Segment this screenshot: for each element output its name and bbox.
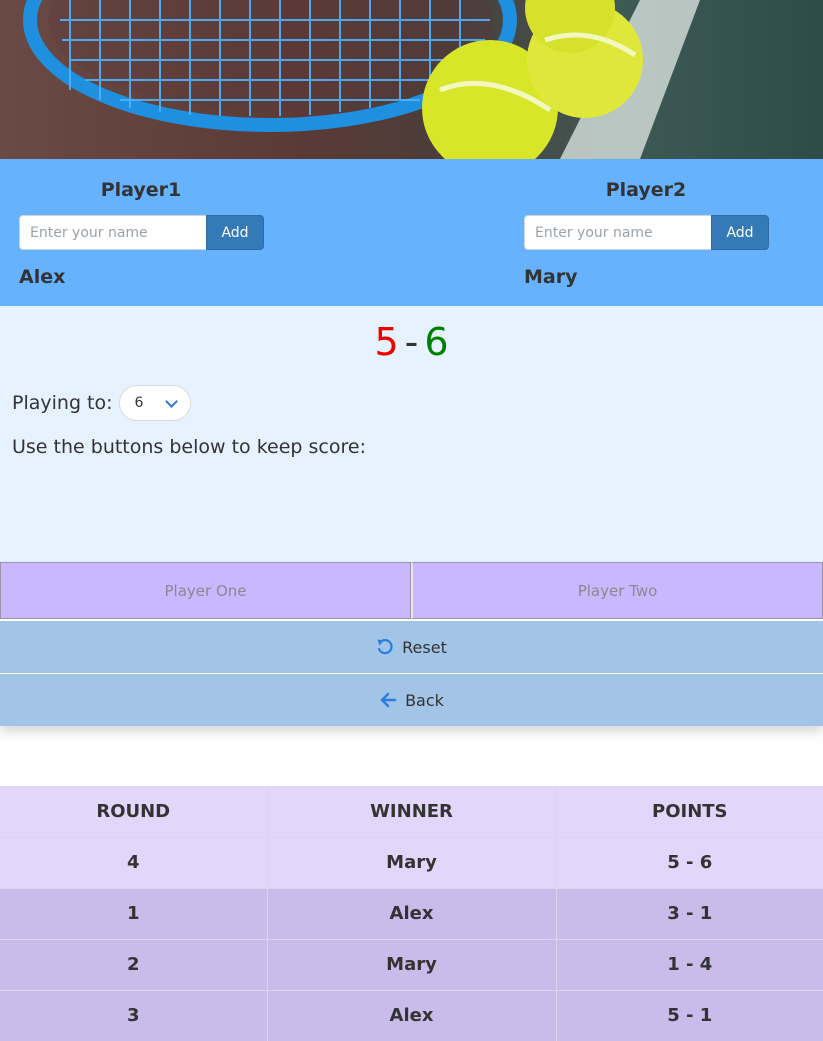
playing-to-row: Playing to: 6	[12, 385, 191, 421]
playing-to-select[interactable]: 6	[118, 385, 191, 421]
header-round: ROUND	[96, 800, 171, 822]
player2-title: Player2	[605, 179, 687, 201]
player-buttons-row: Player One Player Two	[0, 562, 823, 619]
reset-button[interactable]: Reset	[0, 621, 823, 673]
table-row: 3 Alex 5 - 1	[0, 990, 823, 1041]
back-label: Back	[405, 690, 444, 710]
round-cell: 2	[126, 954, 140, 975]
player-one-button[interactable]: Player One	[0, 562, 411, 619]
player2-name-input[interactable]	[524, 215, 711, 250]
header-winner: WINNER	[266, 786, 556, 837]
winner-cell: Alex	[266, 888, 556, 939]
table-header-row: ROUND WINNER POINTS	[0, 786, 823, 837]
arrow-left-icon	[380, 692, 397, 708]
score-separator: -	[404, 320, 419, 364]
round-cell: 3	[126, 1005, 140, 1027]
player1-title: Player1	[100, 179, 182, 201]
winner-cell: Alex	[266, 990, 556, 1041]
player1-name-input[interactable]	[19, 215, 206, 250]
points-cell: 3 - 1	[555, 888, 823, 939]
score-display: 5-6	[0, 320, 823, 364]
rotate-left-icon	[377, 639, 393, 655]
hero-banner	[0, 0, 823, 159]
points-cell: 5 - 6	[555, 837, 823, 888]
player1-name: Alex	[19, 266, 66, 288]
chevron-down-icon	[164, 394, 178, 408]
instructions-text: Use the buttons below to keep score:	[12, 436, 366, 458]
table-row: 1 Alex 3 - 1	[0, 888, 823, 939]
winner-cell: Mary	[266, 939, 556, 990]
player-two-button[interactable]: Player Two	[411, 562, 823, 619]
points-cell: 5 - 1	[555, 990, 823, 1041]
player1-score: 5	[374, 320, 399, 364]
playing-to-value: 6	[134, 395, 144, 411]
winner-cell: Mary	[266, 837, 556, 888]
player1-add-button[interactable]: Add	[206, 215, 264, 250]
player2-add-button[interactable]: Add	[711, 215, 769, 250]
round-cell: 4	[126, 852, 140, 873]
header-points: POINTS	[555, 786, 823, 837]
points-cell: 1 - 4	[555, 939, 823, 990]
player2-name: Mary	[524, 266, 578, 288]
playing-to-label: Playing to:	[12, 392, 113, 414]
player1-name-row: Add	[19, 215, 264, 250]
table-row: 2 Mary 1 - 4	[0, 939, 823, 990]
table-row: 4 Mary 5 - 6	[0, 837, 823, 888]
player2-score: 6	[424, 320, 449, 364]
score-area: 5-6 Playing to: 6 Use the buttons below …	[0, 306, 823, 562]
player2-name-row: Add	[524, 215, 769, 250]
round-cell: 1	[126, 903, 140, 924]
tennis-racket-balls-image	[23, 0, 700, 159]
rounds-table: ROUND WINNER POINTS 4 Mary 5 - 6 1 Alex …	[0, 786, 823, 1041]
reset-label: Reset	[402, 637, 447, 657]
players-panel: Player1 Add Alex Player2 Add Mary	[0, 159, 823, 306]
back-button[interactable]: Back	[0, 674, 823, 726]
